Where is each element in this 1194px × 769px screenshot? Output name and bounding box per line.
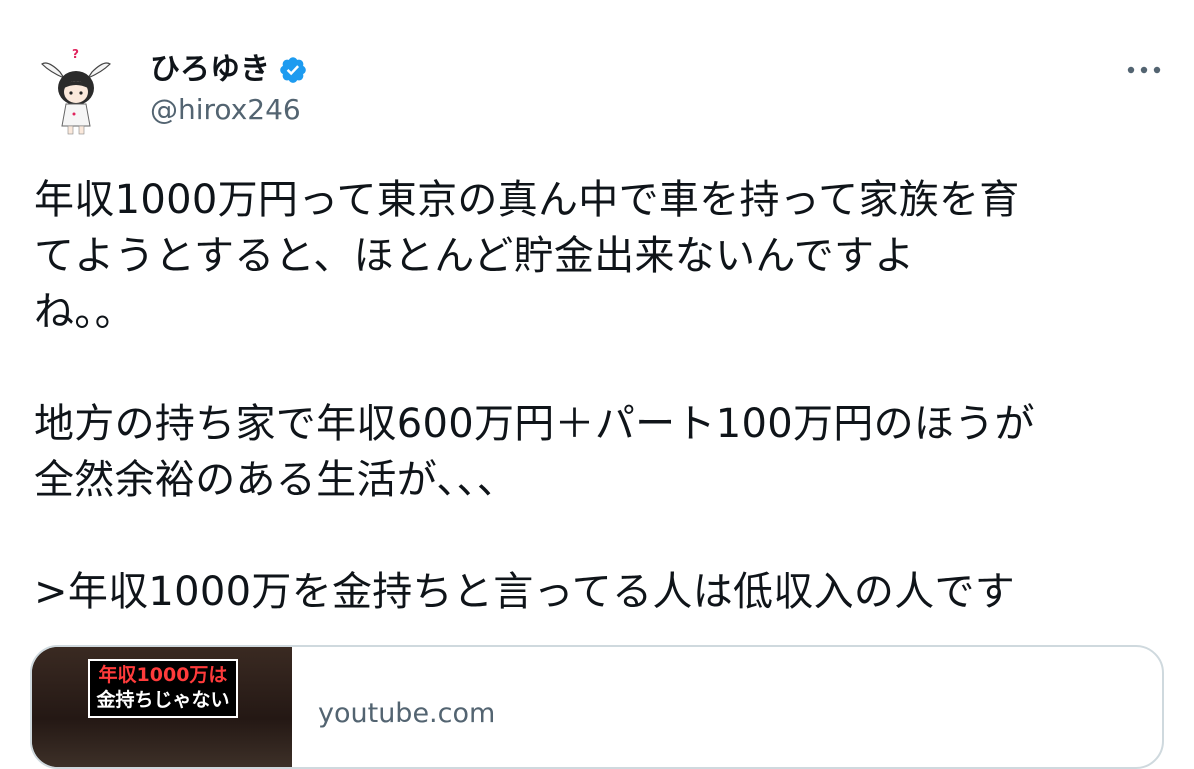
avatar[interactable]: ? — [30, 42, 126, 138]
more-horizontal-icon — [1127, 66, 1161, 74]
card-domain[interactable]: youtube.com — [318, 697, 495, 731]
tweet-line: 全然余裕のある生活が、、、 — [34, 457, 518, 503]
svg-text:?: ? — [72, 47, 79, 61]
avatar-illustration-icon: ? — [30, 42, 126, 138]
tweet-line: 年収1000万円って東京の真ん中で車を持って家族を育 — [34, 177, 1020, 223]
author-name-text[interactable]: ひろゆき — [150, 52, 270, 88]
thumbnail-caption: 年収1000万は 金持ちじゃない — [88, 659, 238, 718]
link-preview-card[interactable]: 年収1000万は 金持ちじゃない youtube.com — [30, 645, 1164, 769]
more-options-button[interactable] — [1122, 56, 1166, 84]
tweet-line: >年収1000万を金持ちと言ってる人は低収入の人です — [34, 569, 1016, 615]
thumbnail-caption-line: 金持ちじゃない — [96, 689, 230, 711]
verified-badge-icon[interactable] — [278, 55, 308, 85]
author-handle[interactable]: @hirox246 — [150, 93, 301, 127]
tweet-line: てようとすると、ほとんど貯金出来ないんですよ — [34, 233, 915, 279]
tweet-line: 地方の持ち家で年収600万円＋パート100万円のほうが — [34, 401, 1035, 447]
tweet: ? ひろゆき @hirox246 年収1000万円って東京の真ん中で車を持って家… — [0, 0, 1194, 769]
tweet-paragraph: >年収1000万を金持ちと言ってる人は低収入の人です — [34, 564, 1164, 620]
tweet-paragraph: 年収1000万円って東京の真ん中で車を持って家族を育 てようとすると、ほとんど貯… — [34, 172, 1164, 340]
thumbnail-caption-line: 年収1000万は — [98, 664, 228, 686]
tweet-text: 年収1000万円って東京の真ん中で車を持って家族を育 てようとすると、ほとんど貯… — [34, 172, 1164, 676]
tweet-line: ね。。 — [34, 289, 135, 335]
tweet-paragraph: 地方の持ち家で年収600万円＋パート100万円のほうが 全然余裕のある生活が、、… — [34, 396, 1164, 508]
author-name[interactable]: ひろゆき — [150, 52, 308, 88]
card-thumbnail[interactable]: 年収1000万は 金持ちじゃない — [32, 647, 292, 767]
